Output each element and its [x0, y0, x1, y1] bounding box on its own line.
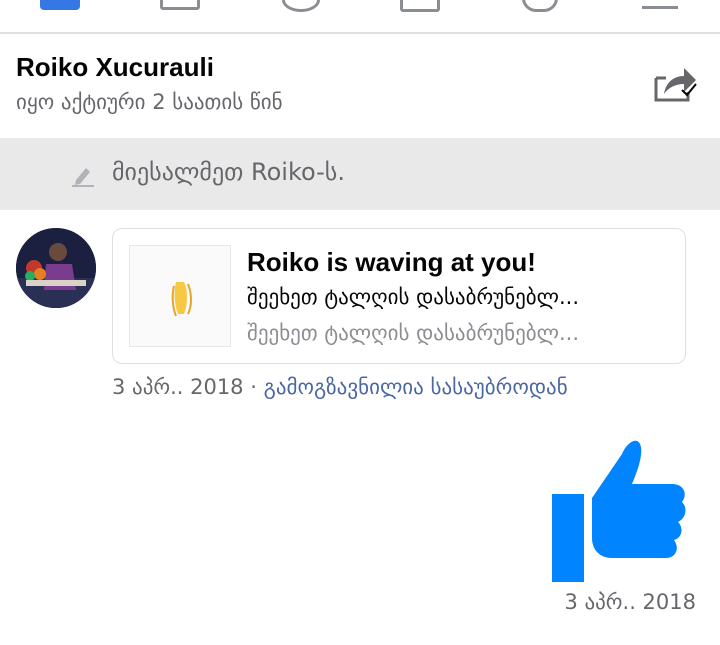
message-date: 3 აპრ.. 2018	[112, 375, 244, 399]
wave-prompt-bar[interactable]: მიესალმეთ Roiko-ს.	[0, 138, 720, 210]
meta-separator: ·	[250, 375, 257, 399]
avatar[interactable]	[16, 228, 96, 308]
wave-prompt-text: მიესალმეთ Roiko-ს.	[112, 158, 345, 186]
sent-from-link[interactable]: გამოგზავნილია სასაუბროდან	[264, 375, 568, 399]
menu-icon[interactable]	[642, 6, 678, 9]
messages-icon[interactable]	[282, 0, 320, 12]
top-navigation-bar	[0, 0, 720, 34]
wave-thumbnail	[129, 245, 231, 347]
card-subtitle: შეეხეთ ტალღის დასაბრუნებლ...	[247, 285, 580, 309]
like-timestamp: 3 აპრ.. 2018	[564, 590, 696, 614]
thumbs-up-icon[interactable]	[552, 434, 688, 582]
card-title: Roiko is waving at you!	[247, 247, 536, 277]
watch-icon[interactable]	[400, 0, 440, 12]
contact-name[interactable]: Roiko Xucurauli	[16, 52, 214, 83]
card-subtitle-secondary: შეეხეთ ტალღის დასაბრუნებლ...	[247, 321, 580, 345]
wave-message-card[interactable]: Roiko is waving at you! შეეხეთ ტალღის და…	[112, 228, 686, 364]
conversation-header: Roiko Xucurauli იყო აქტიური 2 საათის წინ	[0, 34, 720, 138]
notifications-icon[interactable]	[522, 0, 558, 12]
active-status: იყო აქტიური 2 საათის წინ	[16, 90, 283, 114]
home-icon[interactable]	[40, 0, 80, 10]
pencil-icon	[72, 168, 94, 187]
friends-icon[interactable]	[160, 0, 200, 10]
waving-hand-icon	[171, 282, 192, 317]
share-icon[interactable]	[652, 64, 698, 104]
message-meta: 3 აპრ.. 2018 · გამოგზავნილია სასაუბროდან	[112, 375, 568, 399]
